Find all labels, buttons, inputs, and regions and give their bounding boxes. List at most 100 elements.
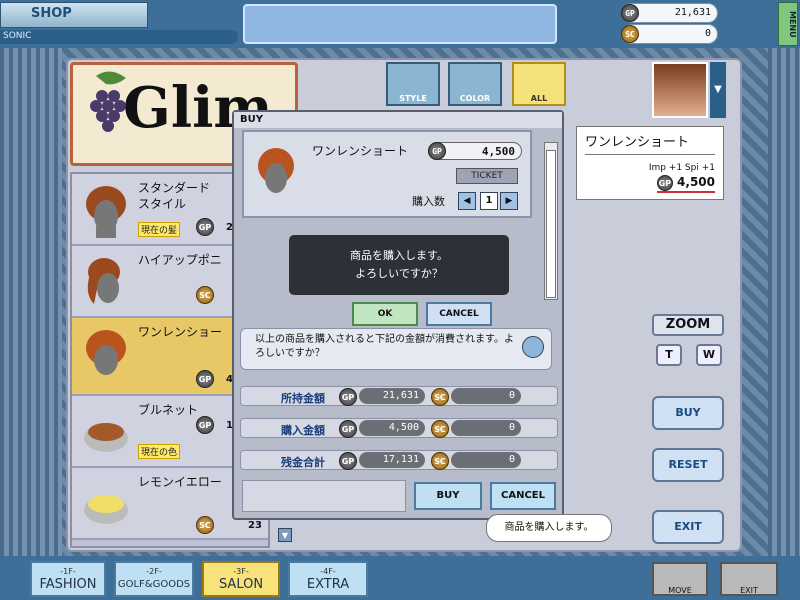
summary-sc-value: 0 [451,452,521,468]
floor-name: SALON [218,577,264,592]
message-box [243,4,557,44]
item-name: スタンダード スタイル [138,181,211,211]
hair-thumbnail-icon [86,330,126,375]
tab-style[interactable]: STYLE [386,62,440,106]
product-price: GP 4,500 [428,142,522,160]
ok-button[interactable]: OK [352,302,418,326]
sc-coin-icon: SC [431,388,449,406]
confirm-message: 商品を購入します。 よろしいですか？ [286,232,512,298]
floor-3-button[interactable]: -3F- SALON [202,561,280,597]
chevron-down-icon[interactable]: ▼ [710,62,726,118]
item-name: ワンレンショー [138,325,223,339]
sc-coin-icon: SC [431,420,449,438]
dialog-buy-button[interactable]: BUY [414,482,482,510]
info-price-value: 4,500 [677,175,715,189]
reset-button[interactable]: RESET [652,448,724,482]
summary-sc-value: 0 [451,420,521,436]
move-button[interactable]: MOVE [652,562,708,596]
gp-coin-icon: GP [196,370,214,388]
hair-thumbnail-icon [87,258,120,304]
color-tin-icon [84,495,128,524]
sc-coin-icon: SC [196,286,214,304]
dialog-footer-spacer [242,480,406,512]
floor-1-button[interactable]: -1F- FASHION [30,561,106,597]
zoom-label: ZOOM [652,314,724,336]
dialog-title: BUY [234,112,562,128]
item-price: 23 [248,520,262,531]
floor-name: EXTRA [306,577,350,592]
summary-gp-value: 4,500 [359,420,425,436]
current-badge: 現在の髪 [138,222,181,237]
player-name: SONIC [0,30,238,44]
zoom-wide-button[interactable]: W [696,344,722,366]
summary-row-label: 購入金額 [281,424,325,437]
summary-sc-value: 0 [451,388,521,404]
product-name: ワンレンショート [312,144,409,158]
gp-coin-icon: GP [196,218,214,236]
info-item-stats: Imp +1 Spi +1 [648,163,715,173]
dialog-cancel-button[interactable]: CANCEL [490,482,556,510]
exit-side-button[interactable]: EXIT [652,510,724,544]
summary-gp-value: 17,131 [359,452,425,468]
sc-coin-icon: SC [431,452,449,470]
gp-balance-value: 21,631 [674,7,711,18]
menu-button[interactable]: MENU [778,2,798,46]
quantity-decrease-button[interactable]: ◀ [458,192,476,210]
grapes-icon [90,71,126,132]
refresh-icon[interactable] [522,336,544,358]
list-scroll-down-button[interactable]: ▼ [278,528,292,542]
hair-thumbnail-icon [86,186,126,238]
sc-balance: SC 0 [621,24,718,44]
info-item-name: ワンレンショート [585,131,715,155]
exit-button[interactable]: EXIT [720,562,778,596]
tooltip: 商品を購入します。 [486,514,612,542]
character-avatar [652,62,708,118]
floor-name: GOLF&GOODS [117,579,191,590]
right-decoration [768,48,800,558]
sc-coin-icon: SC [621,25,639,43]
sc-balance-value: 0 [704,28,711,39]
floor-number: -3F- [233,567,249,576]
buy-side-button[interactable]: BUY [652,396,724,430]
tab-all[interactable]: ALL [512,62,566,106]
zoom-tele-button[interactable]: T [656,344,682,366]
item-name: ブルネット [138,403,199,417]
summary-row-label: 所持金額 [281,392,325,405]
item-name: ハイアップポニ [138,253,222,267]
gp-coin-icon: GP [196,416,214,434]
summary-row-owned: 所持金額 GP 21,631 SC 0 [240,386,558,406]
info-item-price: GP 4,500 [656,175,715,193]
summary-gp-value: 21,631 [359,388,425,404]
tab-color[interactable]: COLOR [448,62,502,106]
quantity-value: 1 [480,192,498,210]
floor-number: -1F- [60,567,76,576]
floor-4-button[interactable]: -4F- EXTRA [288,561,368,597]
gp-coin-icon: GP [656,175,673,191]
floor-number: -2F- [146,567,162,576]
gp-coin-icon: GP [621,4,639,22]
summary-row-purchase: 購入金額 GP 4,500 SC 0 [240,418,558,438]
gp-coin-icon: GP [428,142,446,160]
dialog-scrollbar-thumb[interactable] [546,150,556,298]
shop-logo: SHOP [0,2,148,28]
floor-number: -4F- [320,567,336,576]
sc-coin-icon: SC [196,516,214,534]
hair-preview-icon [258,148,294,193]
quantity-increase-button[interactable]: ▶ [500,192,518,210]
current-badge: 現在の色 [138,444,181,459]
color-tin-icon [84,423,128,452]
gp-coin-icon: GP [339,452,357,470]
quantity-label: 購入数 [412,195,445,208]
summary-note: 以上の商品を購入されると下記の金額が消費されます。よろしいですか？ [240,328,552,370]
floor-name: FASHION [39,577,97,592]
gp-coin-icon: GP [339,388,357,406]
gp-balance: GP 21,631 [621,3,718,23]
summary-row-label: 残金合計 [281,456,325,469]
product-price-value: 4,500 [481,145,515,158]
item-info-card: ワンレンショート Imp +1 Spi +1 GP 4,500 [576,126,724,200]
floor-2-button[interactable]: -2F- GOLF&GOODS [114,561,194,597]
item-name: レモンイエロー [138,475,222,489]
cancel-button[interactable]: CANCEL [426,302,492,326]
ticket-button[interactable]: TICKET [456,168,518,184]
gp-coin-icon: GP [339,420,357,438]
